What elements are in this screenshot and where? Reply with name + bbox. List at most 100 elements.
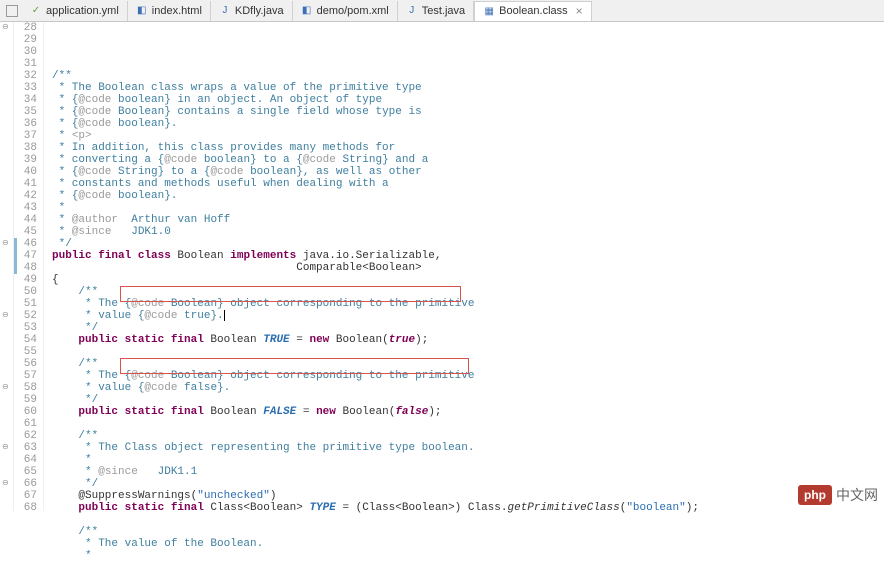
code-line[interactable]: {: [52, 274, 884, 286]
code-line[interactable]: Comparable<Boolean>: [52, 262, 884, 274]
html-file-icon: ◧: [136, 5, 148, 17]
code-token: * {: [52, 118, 78, 130]
code-line[interactable]: * {@code boolean}.: [52, 118, 884, 130]
code-token: {: [52, 274, 59, 286]
code-line[interactable]: * @since JDK1.0: [52, 226, 884, 238]
code-token: =: [290, 334, 310, 346]
code-token: Boolean: [204, 406, 263, 418]
tab-boolean-class[interactable]: ▦Boolean.class×: [474, 1, 592, 21]
code-line[interactable]: * constants and methods useful when deal…: [52, 178, 884, 190]
fold-icon[interactable]: ⊖: [2, 238, 9, 248]
code-token: @code: [78, 190, 111, 202]
line-number: 48: [14, 262, 37, 274]
code-token: public static final: [78, 502, 203, 514]
code-line[interactable]: public static final Boolean FALSE = new …: [52, 406, 884, 418]
code-token: @code: [164, 154, 197, 166]
code-line[interactable]: [52, 514, 884, 526]
line-number: 43: [14, 202, 37, 214]
code-line[interactable]: */: [52, 322, 884, 334]
tab-index-html[interactable]: ◧ index.html: [128, 1, 211, 21]
code-line[interactable]: [52, 346, 884, 358]
code-line[interactable]: * The {@code Boolean} object correspondi…: [52, 370, 884, 382]
code-line[interactable]: * In addition, this class provides many …: [52, 142, 884, 154]
code-token: );: [415, 334, 428, 346]
code-token: @code: [78, 118, 111, 130]
fold-icon[interactable]: ⊖: [2, 442, 9, 452]
code-line[interactable]: */: [52, 394, 884, 406]
code-line[interactable]: /**: [52, 70, 884, 82]
tab-demo-pom-xml[interactable]: ◧demo/pom.xml: [293, 1, 398, 21]
code-line[interactable]: [52, 418, 884, 430]
code-token: "boolean": [626, 502, 685, 514]
code-token: * {: [52, 166, 78, 178]
code-line[interactable]: * {@code Boolean} contains a single fiel…: [52, 106, 884, 118]
code-token: Boolean: [204, 334, 263, 346]
code-line[interactable]: * The Boolean class wraps a value of the…: [52, 82, 884, 94]
code-token: * value {: [52, 310, 144, 322]
code-content[interactable]: /** * The Boolean class wraps a value of…: [44, 22, 884, 511]
code-line[interactable]: * {@code String} to a {@code boolean}, a…: [52, 166, 884, 178]
code-token: implements: [230, 250, 296, 262]
code-token: @code: [131, 370, 164, 382]
code-line[interactable]: * The Class object representing the prim…: [52, 442, 884, 454]
code-line[interactable]: *: [52, 202, 884, 214]
close-icon[interactable]: ×: [576, 4, 583, 18]
code-token: FALSE: [263, 406, 296, 418]
tab-label: index.html: [152, 5, 202, 17]
code-token: * constants and methods useful when deal…: [52, 178, 389, 190]
code-token: @code: [144, 310, 177, 322]
line-number: 50: [14, 286, 37, 298]
code-line[interactable]: /**: [52, 526, 884, 538]
code-line[interactable]: public static final Boolean TRUE = new B…: [52, 334, 884, 346]
code-token: * The {: [52, 370, 131, 382]
code-token: *: [52, 226, 72, 238]
tab-kdfly-java[interactable]: JKDfly.java: [211, 1, 293, 21]
code-token: *: [52, 214, 72, 226]
code-line[interactable]: @SuppressWarnings("unchecked"): [52, 490, 884, 502]
code-line[interactable]: /**: [52, 358, 884, 370]
fold-icon[interactable]: ⊖: [2, 382, 9, 392]
fold-icon[interactable]: ⊖: [2, 22, 9, 32]
code-line[interactable]: * converting a {@code boolean} to a {@co…: [52, 154, 884, 166]
code-token: = (Class<Boolean>) Class.: [336, 502, 508, 514]
code-token: *: [52, 130, 72, 142]
code-line[interactable]: * @author Arthur van Hoff: [52, 214, 884, 226]
tab-test-java[interactable]: JTest.java: [398, 1, 474, 21]
code-line[interactable]: * {@code boolean}.: [52, 190, 884, 202]
line-number: 36: [14, 118, 37, 130]
code-token: @SuppressWarnings(: [52, 490, 197, 502]
code-token: TRUE: [263, 334, 289, 346]
code-token: boolean}, as well as other: [243, 166, 421, 178]
code-line[interactable]: public final class Boolean implements ja…: [52, 250, 884, 262]
code-line[interactable]: * <p>: [52, 130, 884, 142]
code-line[interactable]: * value {@code true}.: [52, 310, 884, 322]
code-token: boolean}.: [111, 118, 177, 130]
code-line[interactable]: public static final Class<Boolean> TYPE …: [52, 502, 884, 514]
code-line[interactable]: /**: [52, 430, 884, 442]
code-token: boolean}.: [111, 190, 177, 202]
code-token: @code: [144, 382, 177, 394]
code-line[interactable]: *: [52, 454, 884, 466]
code-line[interactable]: * @since JDK1.1: [52, 466, 884, 478]
code-token: Boolean(: [336, 406, 395, 418]
code-line[interactable]: /**: [52, 286, 884, 298]
java-file-icon: J: [406, 5, 418, 17]
line-number: 32: [14, 70, 37, 82]
line-number: 51: [14, 298, 37, 310]
fold-icon[interactable]: ⊖: [2, 478, 9, 488]
code-token: public static final: [78, 406, 203, 418]
code-line[interactable]: *: [52, 550, 884, 562]
line-number: 45: [14, 226, 37, 238]
code-line[interactable]: * value {@code false}.: [52, 382, 884, 394]
code-line[interactable]: * The {@code Boolean} object correspondi…: [52, 298, 884, 310]
code-line[interactable]: */: [52, 238, 884, 250]
tab-application-yml[interactable]: ✓application.yml: [22, 1, 128, 21]
code-line[interactable]: */: [52, 478, 884, 490]
fold-icon[interactable]: ⊖: [2, 310, 9, 320]
code-line[interactable]: * The value of the Boolean.: [52, 538, 884, 550]
code-token: *: [52, 202, 65, 214]
code-token: *: [52, 550, 92, 562]
code-line[interactable]: * {@code boolean} in an object. An objec…: [52, 94, 884, 106]
code-token: *: [52, 454, 92, 466]
line-number: 31: [14, 58, 37, 70]
